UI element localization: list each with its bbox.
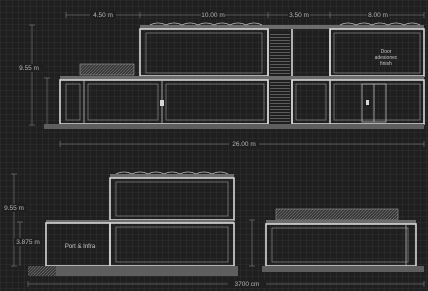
right-volume [265,223,417,267]
room-label-line-3: finish [380,61,392,67]
dim-height-bottom: 9.55 m [4,205,24,212]
terrace-planter [79,63,135,76]
bottom-height-dimensions: 9.55 m 3.875 m [1,173,42,267]
dim-height-top: 9.55 m [19,65,39,72]
top-total-dimension: 26.00 m [59,140,425,148]
door-handle-1 [160,100,164,106]
dim-total-bottom: 3700 cm [235,281,260,288]
upper-right-room [329,28,425,77]
dim-top-1: 4.50 m [93,12,113,19]
top-dimension-chain: 4.50 m 10.00 m 3.50 m 8.00 m [65,11,425,19]
bottom-lower-volume [109,222,235,267]
architectural-sections: 4.50 m 10.00 m 3.50 m 8.00 m 9.55 m Door… [1,11,425,288]
ground-floor-right [291,79,425,125]
upper-volume [139,28,269,77]
dim-top-2: 10.00 m [201,12,225,19]
room-label-port-infra: Port & Infra [65,244,96,250]
right-roof-planter [275,208,399,221]
right-elevation [249,208,424,272]
height-dimension: 9.55 m [19,24,50,126]
dim-lower-height: 3.875 m [16,239,40,246]
bottom-section: 9.55 m 3.875 m Port & Infra 3700 cm [1,171,425,288]
dim-total-top: 26.00 m [232,141,256,148]
bottom-total-dimension: 3700 cm [27,280,425,288]
bottom-upper-volume [109,177,235,221]
roof-vegetation [149,22,263,26]
ground-slab-top [44,124,424,129]
bottom-ground-left [28,266,238,276]
drawing-canvas: 4.50 m 10.00 m 3.50 m 8.00 m 9.55 m Door… [0,0,428,291]
dim-top-3: 3.50 m [289,12,309,19]
dim-top-4: 8.00 m [368,12,388,19]
bottom-roof-vegetation [115,171,229,175]
top-section: 4.50 m 10.00 m 3.50 m 8.00 m 9.55 m Door… [19,11,425,148]
